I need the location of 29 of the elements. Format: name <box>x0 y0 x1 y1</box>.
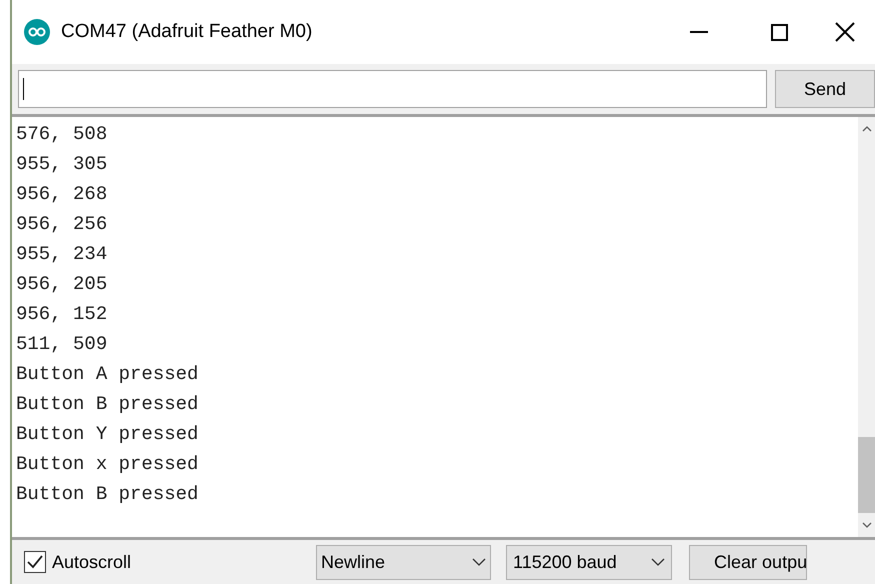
output-line: Button A pressed <box>16 362 198 387</box>
output-line: 956, 268 <box>16 182 108 207</box>
output-line: Button x pressed <box>16 452 198 477</box>
vertical-scrollbar[interactable] <box>858 117 875 537</box>
scrollbar-thumb[interactable] <box>858 437 875 513</box>
output-line: 955, 305 <box>16 152 108 177</box>
line-ending-dropdown[interactable]: Newline <box>316 544 492 580</box>
infinity-logo-icon <box>24 19 50 45</box>
output-line: 956, 256 <box>16 212 108 237</box>
output-line: Button B pressed <box>16 392 198 417</box>
scroll-up-icon[interactable] <box>862 125 872 133</box>
scroll-down-icon[interactable] <box>862 521 872 529</box>
output-line: 511, 509 <box>16 332 108 357</box>
output-line: 955, 234 <box>16 242 108 267</box>
send-button[interactable]: Send <box>775 70 875 108</box>
autoscroll-label: Autoscroll <box>52 550 132 574</box>
chevron-down-icon <box>651 558 666 566</box>
clear-output-button[interactable]: Clear outpu <box>689 544 808 580</box>
close-icon <box>835 22 855 42</box>
output-line: 576, 508 <box>16 122 108 147</box>
autoscroll-checkbox[interactable] <box>24 551 46 573</box>
output-line: Button Y pressed <box>16 422 198 447</box>
chevron-down-icon <box>472 558 486 566</box>
output-line: 956, 152 <box>16 302 108 327</box>
output-line: Button B pressed <box>16 482 198 507</box>
window-title: COM47 (Adafruit Feather M0) <box>61 20 312 44</box>
baud-rate-dropdown[interactable]: 115200 baud <box>506 544 672 580</box>
output-line: 956, 205 <box>16 272 108 297</box>
message-input-field[interactable] <box>18 70 767 108</box>
